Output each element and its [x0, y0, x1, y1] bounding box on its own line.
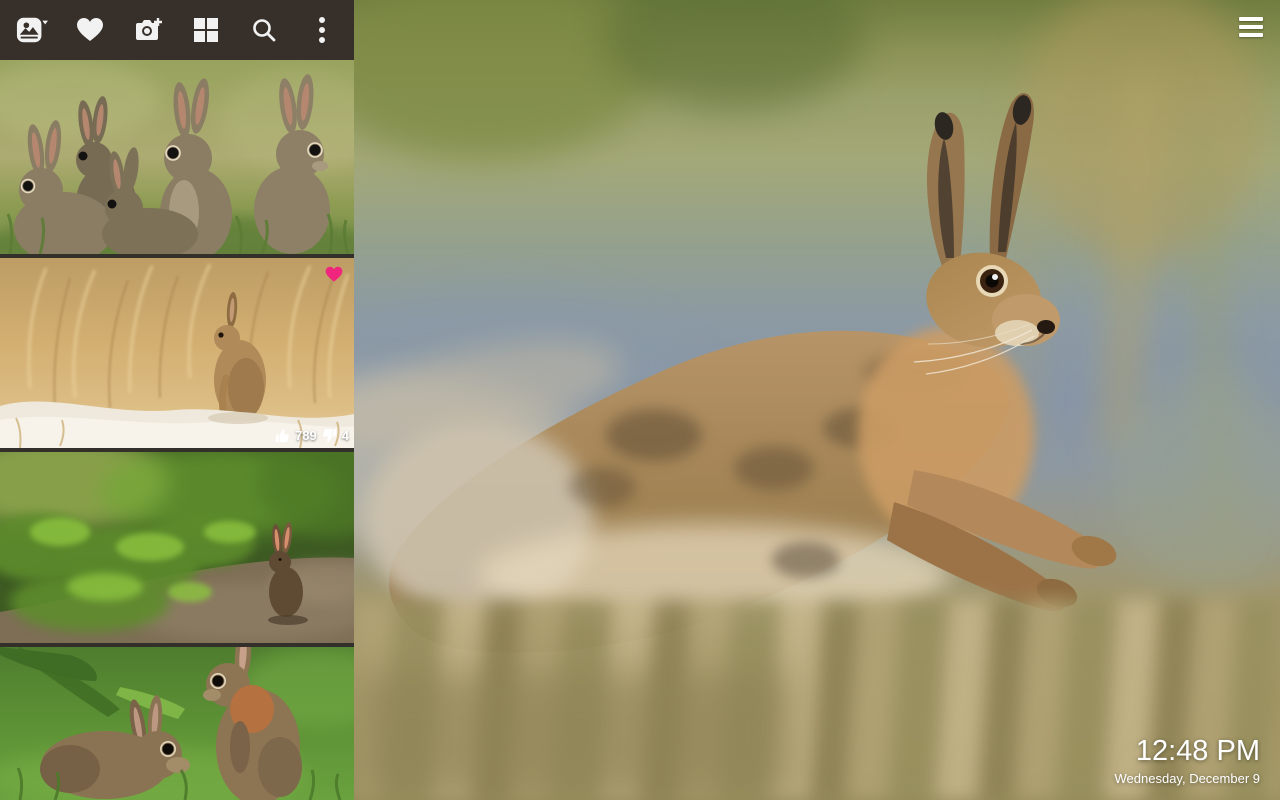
- hamburger-bar: [1239, 17, 1263, 21]
- favorite-heart-badge[interactable]: [325, 266, 343, 283]
- thumbs-down-icon[interactable]: [322, 428, 337, 443]
- search-icon: [251, 17, 277, 43]
- wallpaper-source-button[interactable]: [16, 14, 48, 46]
- likes-count: 789: [295, 429, 317, 442]
- rabbit-dirt-photo: [0, 452, 354, 643]
- wallpaper-main: 12:48 PM Wednesday, December 9: [354, 0, 1280, 800]
- photo-library-icon: [16, 16, 48, 44]
- rabbit-group-photo: [0, 60, 354, 254]
- search-button[interactable]: [248, 14, 280, 46]
- thumbnail-list: 789 4: [0, 60, 354, 800]
- foreground-ground-blur: [354, 670, 794, 800]
- grid-icon: [193, 17, 219, 43]
- two-rabbits-photo: [0, 647, 354, 800]
- clock: 12:48 PM Wednesday, December 9: [1115, 736, 1260, 786]
- thumbs-up-icon[interactable]: [275, 428, 290, 443]
- hamburger-menu-icon[interactable]: [1239, 17, 1263, 37]
- thumbnail-rabbit-dirt-path[interactable]: [0, 448, 354, 643]
- add-photo-button[interactable]: [132, 14, 164, 46]
- more-options-button[interactable]: [306, 14, 338, 46]
- dislikes-count: 4: [342, 429, 349, 442]
- favorites-button[interactable]: [74, 14, 106, 46]
- collections-button[interactable]: [190, 14, 222, 46]
- rabbit-winter-photo: [0, 258, 354, 448]
- clock-date: Wednesday, December 9: [1115, 771, 1260, 786]
- heart-icon: [76, 17, 104, 43]
- camera-plus-icon: [133, 17, 163, 43]
- thumbnail-rabbit-winter[interactable]: 789 4: [0, 254, 354, 448]
- thumbnail-two-rabbits[interactable]: [0, 643, 354, 800]
- clock-time: 12:48 PM: [1115, 736, 1260, 768]
- hamburger-bar: [1239, 33, 1263, 37]
- photo-sidebar: 789 4: [0, 0, 354, 800]
- kebab-menu-icon: [318, 16, 326, 44]
- thumbnail-rabbit-group[interactable]: [0, 60, 354, 254]
- thumbnail-rating: 789 4: [275, 428, 349, 443]
- hamburger-bar: [1239, 25, 1263, 29]
- sidebar-toolbar: [0, 0, 354, 60]
